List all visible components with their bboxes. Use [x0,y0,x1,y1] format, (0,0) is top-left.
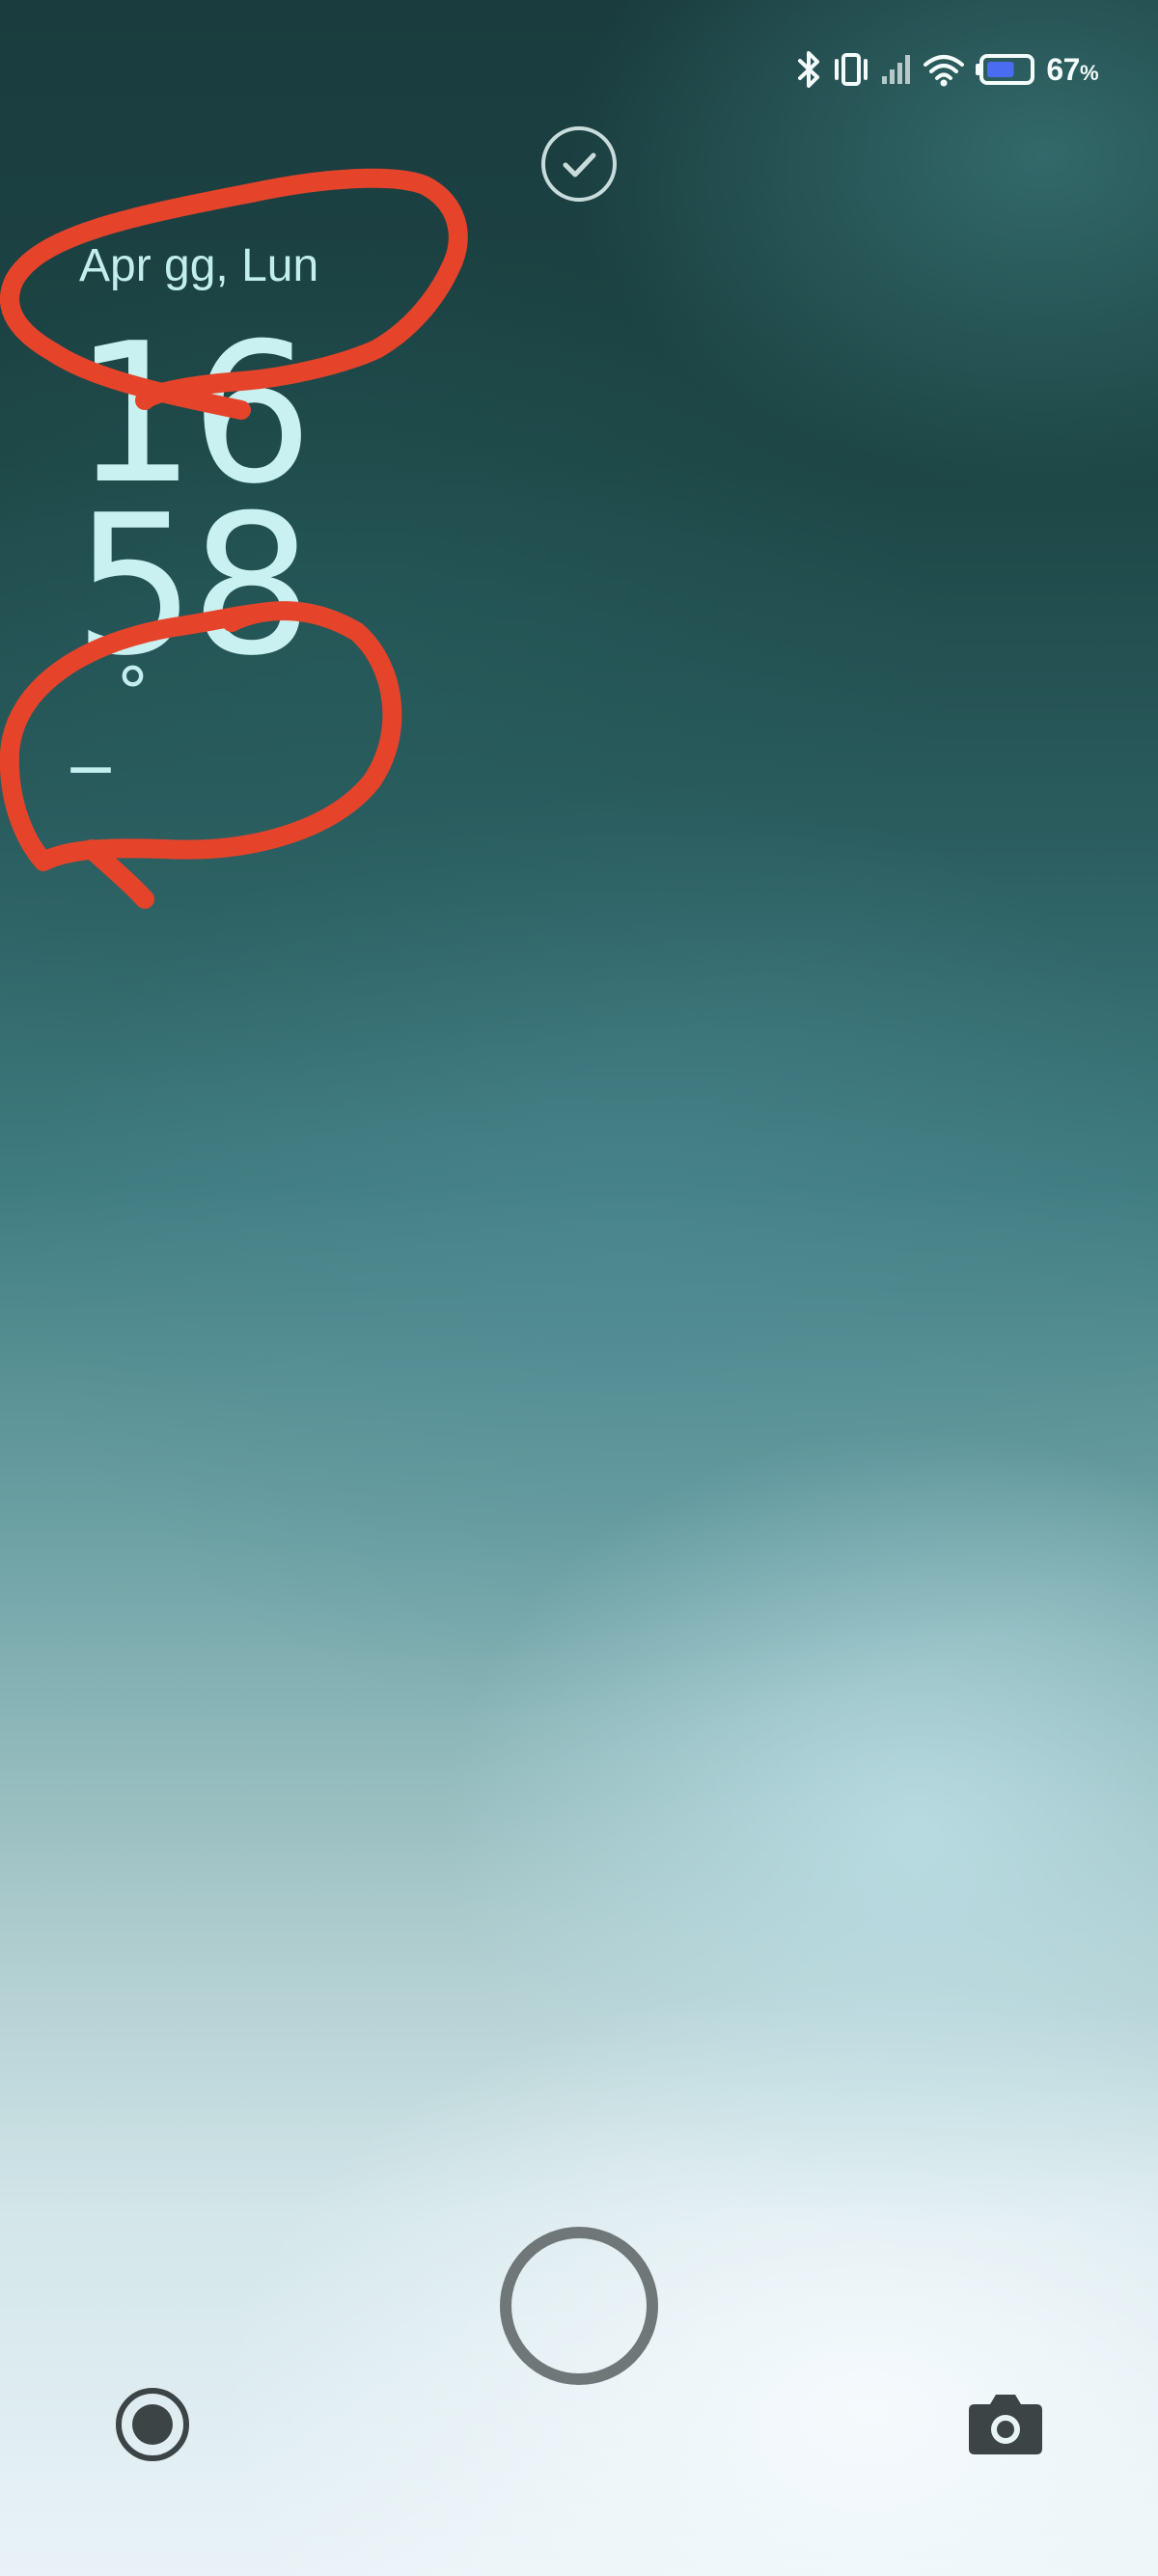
bluetooth-icon [798,51,820,88]
lockscreen-date: Apr gg, Lun [79,240,319,291]
weather-temp-value: _ [71,683,110,773]
record-icon[interactable] [114,2386,191,2463]
camera-icon[interactable] [967,2391,1044,2456]
weather-temperature[interactable]: _° [71,653,150,773]
check-circle-icon[interactable] [540,125,618,203]
cell-signal-icon [882,55,911,84]
unlock-ring[interactable] [500,2227,658,2385]
status-bar: 67% [797,46,1099,93]
vibrate-icon [835,53,868,86]
battery-percentage: 67% [1046,51,1098,87]
wifi-icon [924,55,965,87]
battery-icon [976,54,1035,85]
clock-minute: 58 [73,474,313,699]
weather-degree-symbol: ° [116,653,150,732]
